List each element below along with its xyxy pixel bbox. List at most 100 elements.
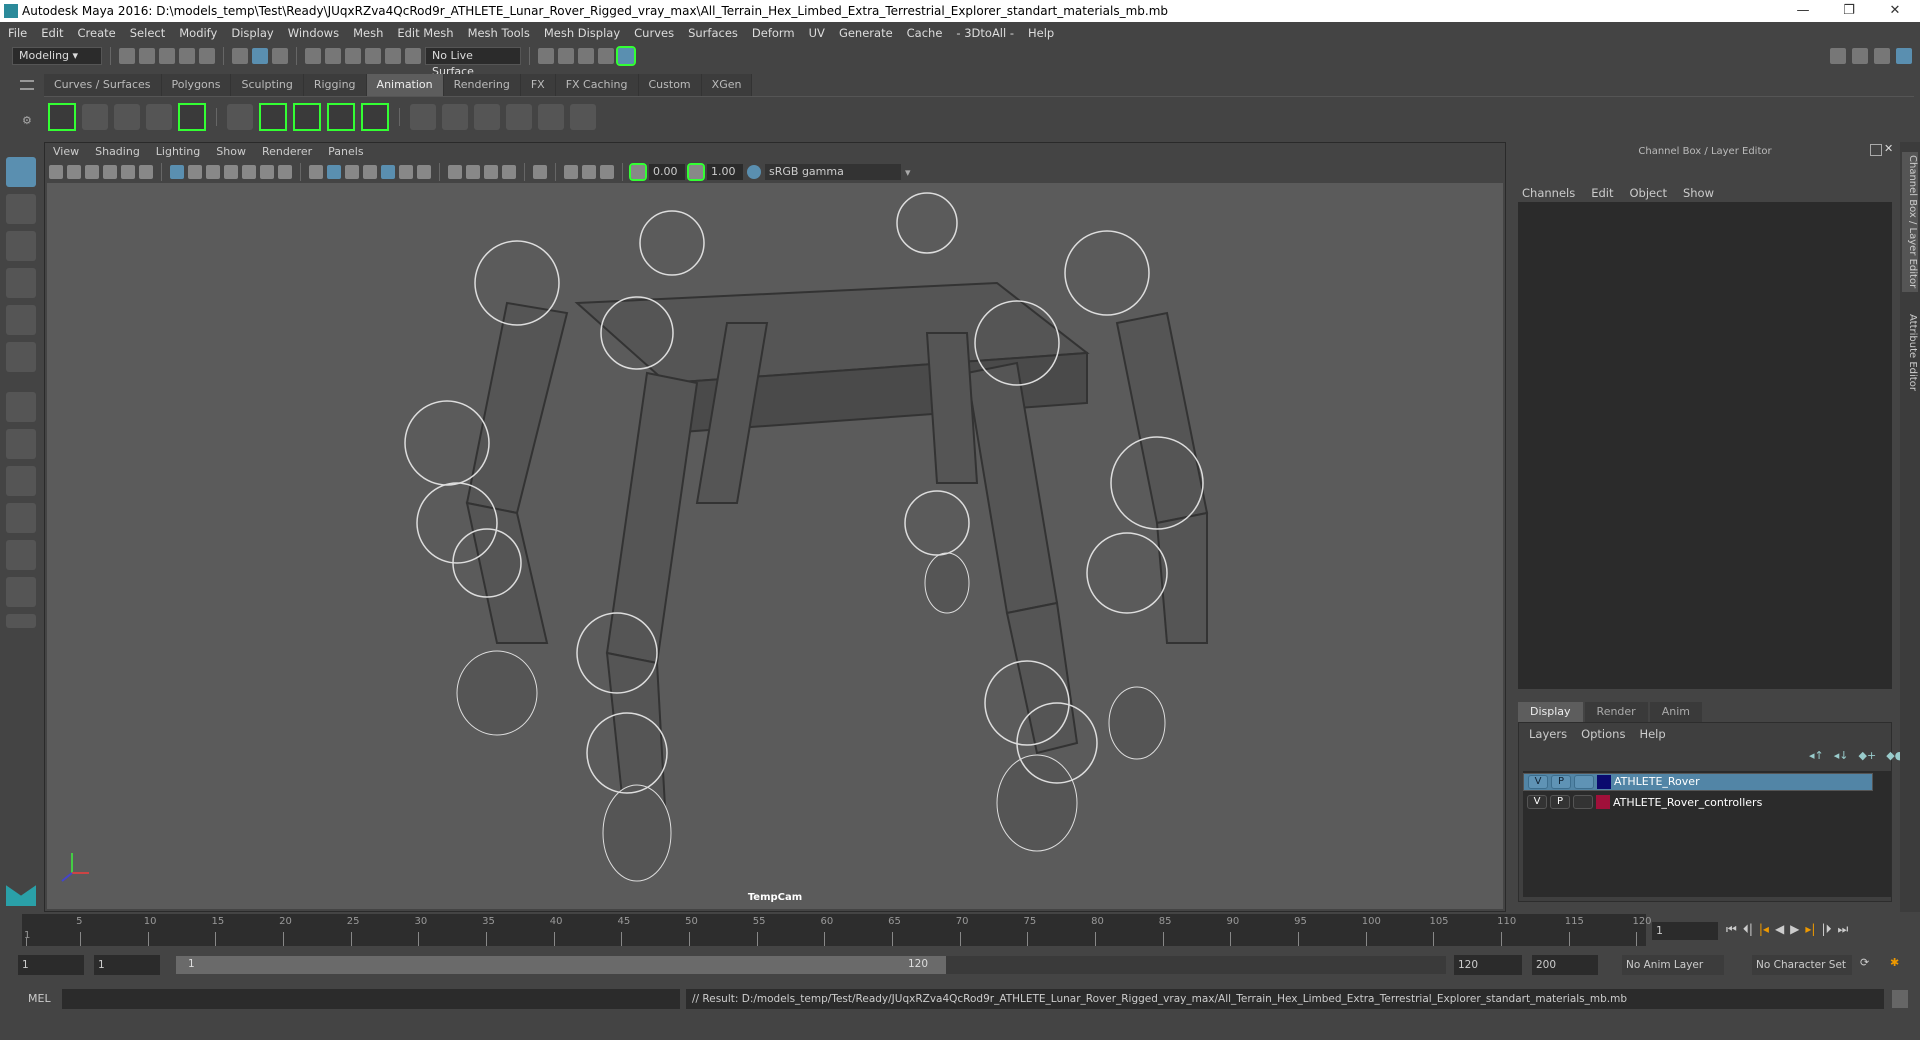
xray-icon[interactable]	[564, 165, 578, 179]
field-chart-icon[interactable]	[242, 165, 256, 179]
menu-uv[interactable]: UV	[809, 26, 825, 40]
select-hierarchy-icon[interactable]	[232, 48, 248, 64]
redo-icon[interactable]	[199, 48, 215, 64]
restore-button[interactable]: ❐	[1826, 0, 1872, 22]
color-management-icon[interactable]	[747, 165, 761, 179]
layer-color-swatch[interactable]	[1596, 795, 1610, 809]
layer-menu-help[interactable]: Help	[1639, 727, 1665, 741]
layer-row[interactable]: V P ATHLETE_Rover	[1523, 773, 1873, 791]
preferences-icon[interactable]: ✱	[1890, 956, 1899, 969]
render-settings-icon[interactable]	[598, 48, 614, 64]
hypershade-icon[interactable]	[616, 46, 636, 66]
graph-editor-layout-icon[interactable]	[6, 540, 36, 570]
layer-tab-display[interactable]: Display	[1518, 702, 1583, 722]
snap-point-icon[interactable]	[345, 48, 361, 64]
bookmark-icon[interactable]	[85, 165, 99, 179]
safe-title-icon[interactable]	[278, 165, 292, 179]
menu-cache[interactable]: Cache	[907, 26, 943, 40]
exposure-field[interactable]: 0.00	[649, 164, 685, 180]
snap-surface-icon[interactable]	[385, 48, 401, 64]
panel-menu-shading[interactable]: Shading	[95, 145, 140, 158]
menu-mesh-tools[interactable]: Mesh Tools	[468, 26, 530, 40]
xray-joints-icon[interactable]	[582, 165, 596, 179]
shelf-settings-icon[interactable]: ⚙	[22, 114, 32, 127]
textured-icon[interactable]	[381, 165, 395, 179]
snap-live-icon[interactable]	[405, 48, 421, 64]
tab-xgen[interactable]: XGen	[701, 74, 753, 96]
wireframe-on-shaded-icon[interactable]	[363, 165, 377, 179]
paint-select-tool-icon[interactable]	[6, 231, 36, 261]
color-space-dropdown[interactable]: sRGB gamma	[765, 164, 901, 180]
isolate-select-icon[interactable]	[533, 165, 547, 179]
menu-3dtoall[interactable]: - 3DtoAll -	[956, 26, 1014, 40]
grease-pencil-icon[interactable]	[139, 165, 153, 179]
step-back-key-icon[interactable]: |◂	[1759, 922, 1769, 937]
3d-viewport[interactable]: TempCam	[47, 183, 1503, 909]
2d-pan-zoom-icon[interactable]	[121, 165, 135, 179]
tab-curves-surfaces[interactable]: Curves / Surfaces	[44, 74, 162, 96]
command-language-label[interactable]: MEL	[28, 992, 51, 1005]
ambient-occlusion-icon[interactable]	[448, 165, 462, 179]
hypershade-layout-icon[interactable]	[6, 577, 36, 607]
shelf-menu-icon[interactable]	[20, 80, 34, 90]
select-tool-icon[interactable]	[6, 157, 36, 187]
panel-menu-renderer[interactable]: Renderer	[262, 145, 312, 158]
motion-blur-icon[interactable]	[466, 165, 480, 179]
float-panel-icon[interactable]	[1870, 144, 1882, 156]
chevron-down-icon[interactable]: ▾	[905, 166, 911, 179]
menu-windows[interactable]: Windows	[288, 26, 339, 40]
layer-name[interactable]: ATHLETE_Rover_controllers	[1613, 796, 1762, 809]
range-slider[interactable]: 1 120	[176, 956, 946, 974]
select-object-icon[interactable]	[252, 48, 268, 64]
snap-view-icon[interactable]	[365, 48, 381, 64]
menu-edit[interactable]: Edit	[41, 26, 63, 40]
visibility-toggle[interactable]: V	[1527, 795, 1547, 809]
film-gate-icon[interactable]	[188, 165, 202, 179]
create-joint-icon[interactable]	[227, 103, 253, 130]
undo-icon[interactable]	[179, 48, 195, 64]
tab-fx[interactable]: FX	[520, 74, 556, 96]
parent-constraint-icon[interactable]	[410, 103, 436, 130]
pole-vector-icon[interactable]	[570, 103, 596, 130]
time-slider[interactable]: 5 10 15 20 25 30 35 40 45 50 55 60 65 70 75 80 85 90 95 100…	[22, 914, 1652, 946]
panel-menu-panels[interactable]: Panels	[328, 145, 363, 158]
step-forward-key-icon[interactable]: ▸|	[1805, 922, 1815, 937]
anim-layer-dropdown[interactable]: No Anim Layer	[1622, 955, 1724, 975]
menu-mesh[interactable]: Mesh	[353, 26, 383, 40]
outliner-icon[interactable]	[1852, 48, 1868, 64]
character-set-dropdown[interactable]: No Character Set	[1752, 955, 1852, 975]
end-time-field[interactable]: 200	[1532, 955, 1598, 975]
move-layer-up-icon[interactable]: ◂↑	[1809, 749, 1824, 762]
current-frame-field[interactable]: 1	[1652, 922, 1718, 940]
menu-modify[interactable]: Modify	[179, 26, 217, 40]
playback-toggle[interactable]: P	[1550, 795, 1570, 809]
outliner-layout-icon[interactable]	[6, 503, 36, 533]
channel-menu-object[interactable]: Object	[1630, 186, 1667, 200]
camera-icon[interactable]	[49, 165, 63, 179]
menu-curves[interactable]: Curves	[634, 26, 674, 40]
grid-icon[interactable]	[170, 165, 184, 179]
shadows-icon[interactable]	[417, 165, 431, 179]
snap-curve-icon[interactable]	[325, 48, 341, 64]
workspace-icon[interactable]	[1830, 48, 1846, 64]
live-surface-field[interactable]: No Live Surface	[425, 47, 521, 78]
two-view-layout-icon[interactable]	[6, 466, 36, 496]
go-to-end-icon[interactable]: ⏭	[1838, 922, 1849, 937]
menu-select[interactable]: Select	[130, 26, 165, 40]
save-scene-icon[interactable]	[159, 48, 175, 64]
play-forward-icon[interactable]: ▶	[1790, 922, 1799, 937]
render-frame-icon[interactable]	[538, 48, 554, 64]
go-to-start-icon[interactable]: ⏮	[1726, 922, 1737, 937]
four-view-layout-icon[interactable]	[6, 429, 36, 459]
gamma-icon[interactable]	[687, 163, 705, 181]
attribute-editor-icon[interactable]	[1874, 48, 1890, 64]
menu-display[interactable]: Display	[231, 26, 273, 40]
tab-rendering[interactable]: Rendering	[443, 74, 521, 96]
playback-end-field[interactable]: 120	[1454, 955, 1522, 975]
close-button[interactable]: ✕	[1872, 0, 1918, 22]
motion-trail-icon[interactable]	[82, 103, 108, 130]
minimize-button[interactable]: —	[1780, 0, 1826, 22]
default-material-icon[interactable]	[345, 165, 359, 179]
step-back-icon[interactable]: ⏴|	[1743, 922, 1753, 937]
panel-menu-lighting[interactable]: Lighting	[156, 145, 200, 158]
